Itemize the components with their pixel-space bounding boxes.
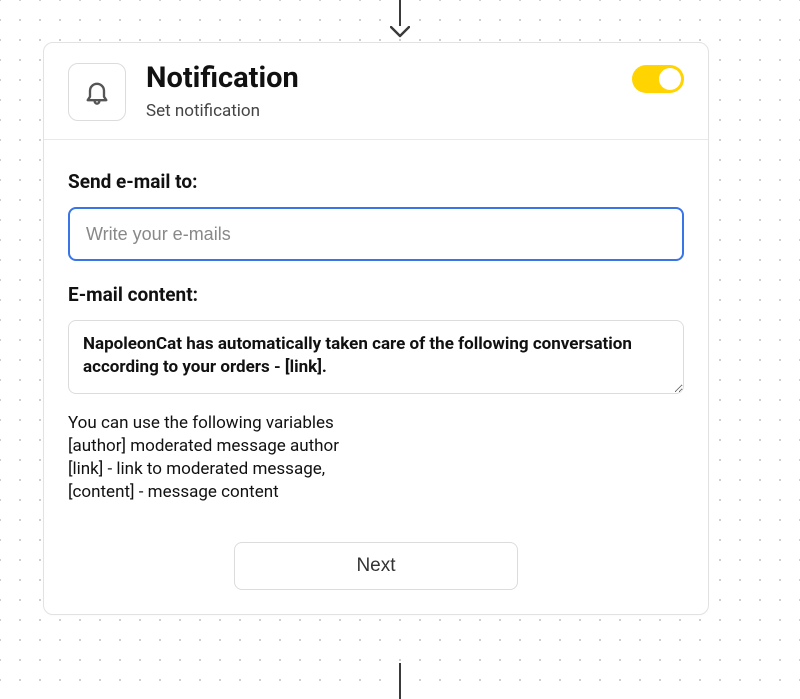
card-subtitle: Set notification [146, 101, 632, 121]
variable-line: [content] - message content [68, 481, 684, 504]
card-header: Notification Set notification [44, 43, 708, 140]
bell-icon [68, 63, 126, 121]
enable-toggle[interactable] [632, 65, 684, 93]
content-label: E-mail content: [68, 283, 684, 306]
email-content-textarea[interactable] [68, 320, 684, 394]
chevron-down-icon [390, 26, 410, 38]
send-to-input[interactable] [68, 207, 684, 261]
variables-intro: You can use the following variables [68, 412, 684, 435]
notification-card: Notification Set notification Send e-mai… [43, 42, 709, 615]
flow-arrow-in [390, 0, 410, 38]
card-title: Notification [146, 63, 632, 95]
flow-connector-out [399, 663, 401, 699]
next-button[interactable]: Next [234, 542, 518, 590]
send-to-label: Send e-mail to: [68, 170, 684, 193]
variable-line: [author] moderated message author [68, 435, 684, 458]
variable-line: [link] - link to moderated message, [68, 458, 684, 481]
card-body: Send e-mail to: E-mail content: You can … [44, 140, 708, 614]
variables-help: You can use the following variables [aut… [68, 412, 684, 504]
